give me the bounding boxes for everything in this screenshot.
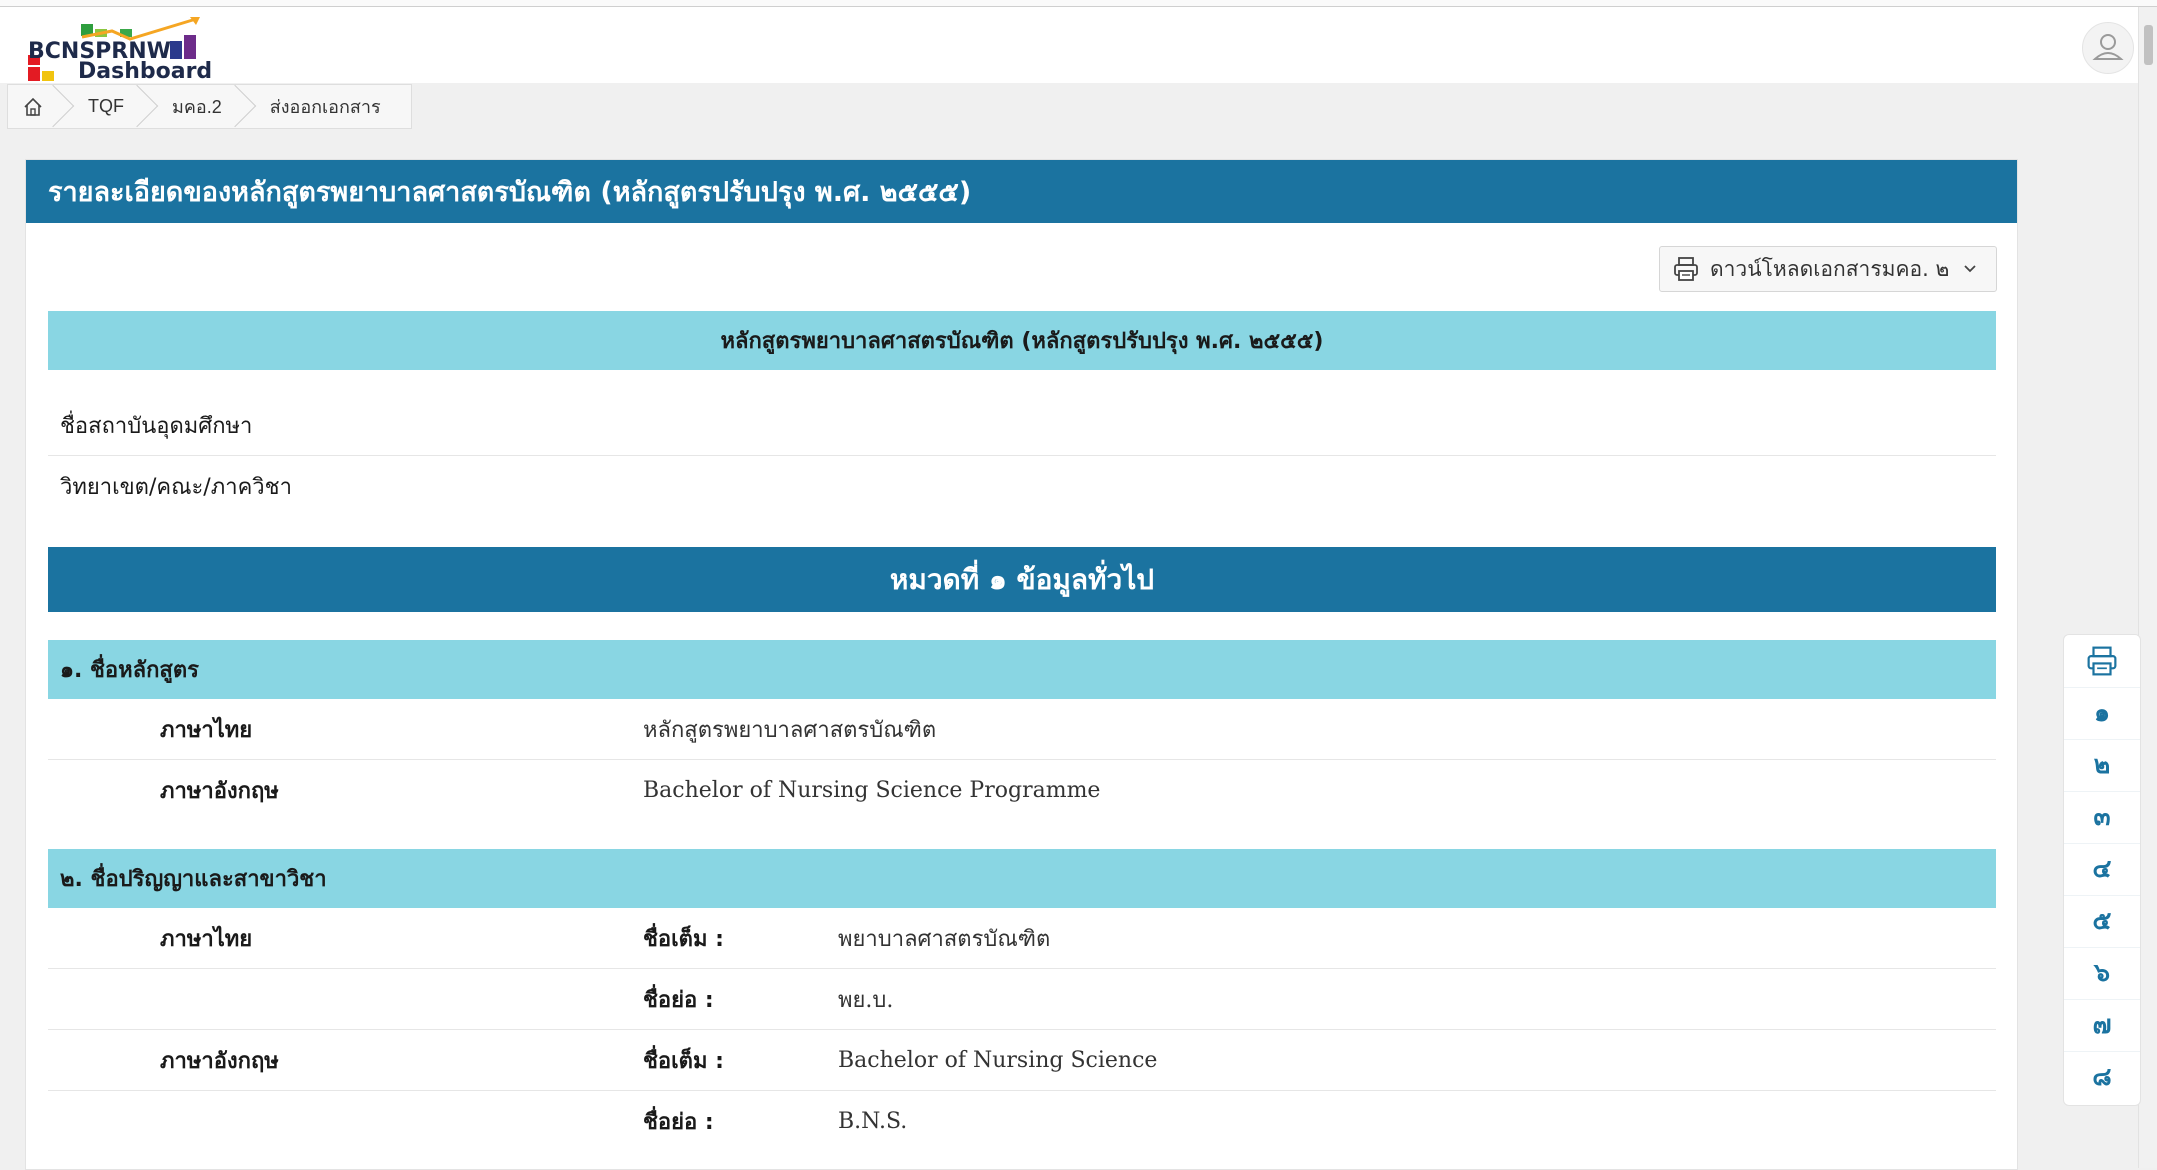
user-avatar[interactable] bbox=[2082, 22, 2134, 74]
user-icon bbox=[2092, 34, 2124, 60]
nav-section-3[interactable]: ๓ bbox=[2064, 791, 2140, 844]
faculty-row: วิทยาเขต/คณะ/ภาควิชา bbox=[48, 456, 1996, 517]
institution-row: ชื่อสถาบันอุดมศึกษา bbox=[48, 395, 1996, 456]
app-header: BCNSPRNW Dashboard bbox=[0, 7, 2138, 84]
app-logo[interactable]: BCNSPRNW Dashboard bbox=[26, 15, 212, 84]
table-row: ภาษาอังกฤษ ชื่อเต็ม : Bachelor of Nursin… bbox=[48, 1030, 1996, 1091]
nav-section-8[interactable]: ๘ bbox=[2064, 1051, 2140, 1103]
program-name-band: หลักสูตรพยาบาลศาสตรบัณฑิต (หลักสูตรปรับป… bbox=[48, 311, 1996, 370]
download-document-button[interactable]: ดาวน์โหลดเอกสารมคอ. ๒ bbox=[1659, 246, 1997, 292]
table-row: ภาษาไทย หลักสูตรพยาบาลศาสตรบัณฑิต bbox=[48, 699, 1996, 760]
table-row: ภาษาไทย ชื่อเต็ม : พยาบาลศาสตรบัณฑิต bbox=[48, 908, 1996, 969]
row-field: ชื่อเต็ม : bbox=[643, 1048, 724, 1074]
row-value: B.N.S. bbox=[838, 1108, 908, 1134]
section-1-heading: หมวดที่ ๑ ข้อมูลทั่วไป bbox=[48, 547, 1996, 612]
row-value: พย.บ. bbox=[838, 987, 894, 1013]
logo-text-bottom: Dashboard bbox=[78, 59, 213, 84]
table-row: ภาษาอังกฤษ Bachelor of Nursing Science P… bbox=[48, 760, 1996, 821]
topic-1-heading: ๑. ชื่อหลักสูตร bbox=[48, 640, 1996, 699]
print-nav-button[interactable] bbox=[2064, 635, 2140, 688]
nav-section-4[interactable]: ๔ bbox=[2064, 843, 2140, 896]
breadcrumb-home[interactable] bbox=[8, 85, 66, 128]
nav-section-1[interactable]: ๑ bbox=[2064, 687, 2140, 740]
row-field: ชื่อเต็ม : bbox=[643, 926, 724, 952]
printer-icon bbox=[2087, 646, 2117, 676]
row-value: Bachelor of Nursing Science Programme bbox=[643, 777, 1101, 803]
row-field: ชื่อย่อ : bbox=[643, 987, 714, 1013]
window-top-edge bbox=[0, 0, 2157, 7]
printer-icon bbox=[1674, 257, 1698, 281]
table-row: ชื่อย่อ : B.N.S. bbox=[48, 1091, 1996, 1152]
row-value: พยาบาลศาสตรบัณฑิต bbox=[838, 926, 1051, 952]
home-icon bbox=[24, 97, 42, 116]
institution-label: ชื่อสถาบันอุดมศึกษา bbox=[60, 413, 253, 439]
row-label: ภาษาอังกฤษ bbox=[160, 1048, 279, 1074]
row-value: หลักสูตรพยาบาลศาสตรบัณฑิต bbox=[643, 717, 937, 743]
row-label: ภาษาอังกฤษ bbox=[160, 778, 279, 804]
page-title: รายละเอียดของหลักสูตรพยาบาลศาสตรบัณฑิต (… bbox=[26, 160, 2017, 223]
nav-section-7[interactable]: ๗ bbox=[2064, 999, 2140, 1052]
breadcrumb-item-tqf[interactable]: TQF bbox=[66, 85, 150, 128]
row-field: ชื่อย่อ : bbox=[643, 1109, 714, 1135]
row-label: ภาษาไทย bbox=[160, 926, 253, 952]
topic-2-heading: ๒. ชื่อปริญญาและสาขาวิชา bbox=[48, 849, 1996, 908]
nav-section-6[interactable]: ๖ bbox=[2064, 947, 2140, 1000]
nav-section-5[interactable]: ๕ bbox=[2064, 895, 2140, 948]
table-row: ชื่อย่อ : พย.บ. bbox=[48, 969, 1996, 1030]
breadcrumb-item-tqf2[interactable]: มคอ.2 bbox=[150, 85, 248, 128]
nav-section-2[interactable]: ๒ bbox=[2064, 739, 2140, 792]
download-button-label: ดาวน์โหลดเอกสารมคอ. ๒ bbox=[1710, 256, 1950, 281]
curriculum-detail-card: รายละเอียดของหลักสูตรพยาบาลศาสตรบัณฑิต (… bbox=[25, 159, 2018, 1170]
row-value: Bachelor of Nursing Science bbox=[838, 1047, 1158, 1073]
breadcrumb: TQF มคอ.2 ส่งออกเอกสาร bbox=[7, 84, 412, 129]
scrollbar-thumb[interactable] bbox=[2144, 25, 2153, 65]
faculty-label: วิทยาเขต/คณะ/ภาควิชา bbox=[60, 474, 292, 500]
breadcrumb-item-export[interactable]: ส่งออกเอกสาร bbox=[248, 85, 407, 128]
chevron-down-icon bbox=[1964, 265, 1976, 273]
row-label: ภาษาไทย bbox=[160, 717, 253, 743]
section-quick-nav: ๑ ๒ ๓ ๔ ๕ ๖ ๗ ๘ bbox=[2063, 634, 2141, 1106]
